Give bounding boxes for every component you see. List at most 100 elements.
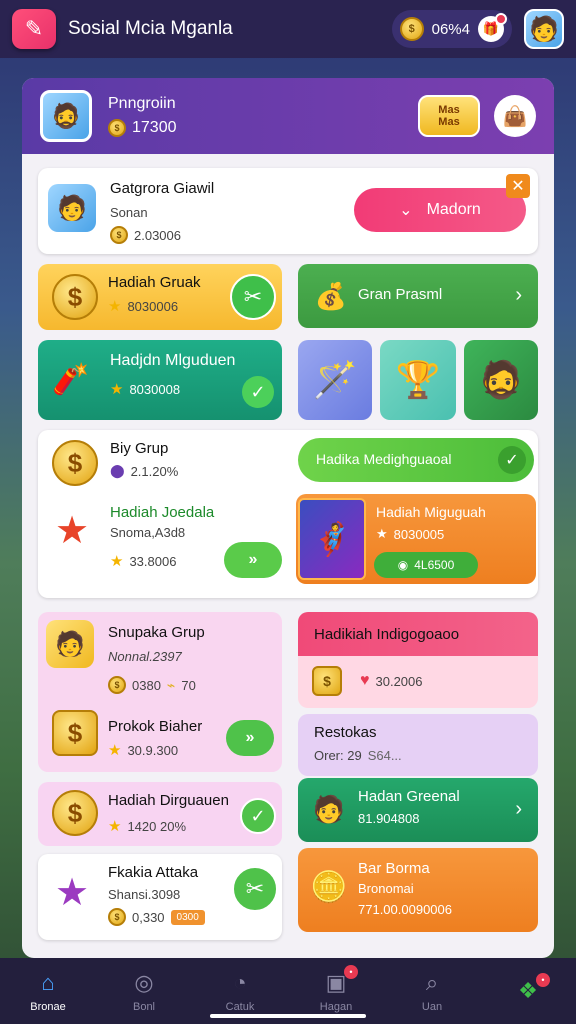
chat-icon: ◔ <box>233 970 247 995</box>
character-icon: 🧑 <box>312 793 346 824</box>
reward-card-teal[interactable]: 🧨 Hadjdn Mlguduen ★ 8030008 ✓ <box>38 340 282 420</box>
lavender-card[interactable]: Restokas Orer: 29 S64... <box>298 714 538 776</box>
search-icon: ⌕ <box>425 970 439 995</box>
user-avatar[interactable]: 🧑 <box>524 9 564 49</box>
forward-button[interactable]: » <box>224 542 282 578</box>
nav-label: Bronae <box>30 1001 66 1013</box>
nav-chat[interactable]: ◔ Catuk <box>200 969 280 1013</box>
home-icon: ⌂ <box>41 970 55 995</box>
chevron-right-icon: › <box>515 284 522 306</box>
featured-subtitle: Sonan <box>110 205 148 220</box>
card-title: Hadiah Gruak <box>108 274 201 291</box>
forward-button[interactable]: » <box>226 720 274 756</box>
coin-balance[interactable]: $ 06%4 🎁 <box>391 10 512 48</box>
green-card-amount: 81.904808 <box>358 811 420 826</box>
pink-header-label: Hadikiah Indigogoaoo <box>314 626 460 643</box>
star-icon: ★ <box>110 553 124 570</box>
trophy-coin-icon: $ <box>52 790 98 836</box>
card-tag: 0300 <box>170 909 205 925</box>
claim-button[interactable]: ✂ <box>230 274 276 320</box>
amount-2: 70 <box>181 677 196 693</box>
item-title: Prokok Biaher <box>108 718 203 735</box>
notification-dot: • <box>536 973 550 987</box>
group-amount: 2.1.20% <box>130 463 179 479</box>
featured-card[interactable]: 🧑 Gatgrora Giawil Sonan $2.03006 ⌄ Madorn… <box>38 168 538 254</box>
item-tile-1[interactable]: 🪄 <box>298 340 372 420</box>
coin-stack-icon: $ <box>52 710 98 756</box>
home-indicator <box>210 1014 366 1018</box>
reward-card-attaka[interactable]: ★ Fkakia Attaka Shansi.3098 $ 0,330 0300… <box>38 854 282 940</box>
reward-card-pink[interactable]: $ Hadiah Dirguauen ★ 1420 20% ✓ <box>38 782 282 846</box>
lavender-title: Restokas <box>314 724 377 741</box>
magic-wand-icon: 🪄 <box>312 359 358 400</box>
coin-icon: $ <box>399 17 424 41</box>
pink-header-amount: 30.2006 <box>375 673 423 689</box>
nav-label: Uan <box>421 1001 443 1013</box>
star-icon: ★ <box>110 381 124 398</box>
check-button[interactable]: ✓ <box>242 376 274 408</box>
nav-label: Catuk <box>225 1001 255 1013</box>
coin-icon: $ <box>108 676 126 694</box>
potion-icon: 🧨 <box>52 362 90 396</box>
lavender-line: Orer: 29 <box>314 748 362 763</box>
card-subtitle: Shansi.3098 <box>108 887 181 902</box>
game-thumbnail: 🦸 <box>298 498 366 580</box>
group-title: Biy Grup <box>110 440 169 457</box>
coin-icon: $ <box>108 119 126 137</box>
gem-icon: ⬤ <box>110 463 125 478</box>
orange-card-amount: 771.00.0090006 <box>358 902 452 917</box>
coins-icon: $ <box>52 274 98 320</box>
nav-home[interactable]: ⌂ Bronae <box>8 969 88 1013</box>
nav-rewards[interactable]: ❖ • <box>488 973 568 1005</box>
pink-group-subtitle: Nonnal.2397 <box>108 649 182 664</box>
item-tile-2[interactable]: 🏆 <box>380 340 456 420</box>
app-title: Sosial Mcia Mganla <box>68 18 233 39</box>
chevron-down-icon: ⌄ <box>399 202 413 219</box>
promo-card-green[interactable]: 💰 Gran Prasml › <box>298 264 538 328</box>
game-card-orange[interactable]: 🦸 Hadiah Miguguah ★ 8030005 ◉ 4L6500 <box>296 494 536 584</box>
green-card-2[interactable]: 🧑 Hadan Greenal 81.904808 › <box>298 778 538 842</box>
coin-icon: $ <box>108 908 126 926</box>
card-amount: 8030008 <box>129 381 181 397</box>
game-amount: 8030005 <box>393 526 445 542</box>
reward-badge-button[interactable]: Mas Mas <box>418 95 480 137</box>
star-icon: ★ <box>108 818 122 835</box>
green-pill-button[interactable]: Hadika Medighguaoal ✓ <box>298 438 534 482</box>
check-button[interactable]: ✓ <box>240 798 276 834</box>
green-card-title: Hadan Greenal <box>358 788 460 805</box>
gift-icon[interactable]: 🎁 <box>478 13 507 42</box>
orange-card-subtitle: Bronomai <box>358 881 414 896</box>
nav-gallery[interactable]: ▣ • Hagan <box>296 965 376 1013</box>
featured-avatar: 🧑 <box>48 184 96 232</box>
lavender-extra: S64... <box>367 748 402 763</box>
orange-card-title: Bar Borma <box>358 860 430 877</box>
card-title: Hadjdn Mlguduen <box>110 352 236 369</box>
pink-group-card: 🧑 Snupaka Grup Nonnal.2397 $ 0380 ⌁ 70 $… <box>38 612 282 772</box>
nav-search[interactable]: ⌕ Uan <box>392 969 472 1013</box>
app-logo[interactable]: ✎ <box>12 9 56 49</box>
card-amount: 8030006 <box>127 298 179 314</box>
dollar-icon: $ <box>312 666 342 696</box>
character-icon: 🧔 <box>478 359 524 400</box>
pink-group-title: Snupaka Grup <box>108 624 205 641</box>
profile-avatar[interactable]: 🧔 <box>40 90 92 142</box>
card-title: Hadiah Dirguauen <box>108 792 229 809</box>
coin-bag-icon: 💰 <box>314 280 348 311</box>
game-play-button[interactable]: ◉ 4L6500 <box>374 552 478 578</box>
pink-header-card[interactable]: Hadikiah Indigogoaoo $ ♥ 30.2006 <box>298 612 538 708</box>
purple-star-icon: ★ <box>54 871 90 914</box>
nav-label: Bonl <box>132 1001 156 1013</box>
card-amount: 0,330 <box>132 909 165 925</box>
item-tile-3[interactable]: 🧔 <box>464 340 538 420</box>
reward-card-yellow[interactable]: $ Hadiah Gruak ★ 8030006 ✂ <box>38 264 282 330</box>
coin-icon: $ <box>110 226 128 244</box>
close-button[interactable]: ✕ <box>506 174 530 198</box>
chevron-right-icon: › <box>515 798 522 820</box>
featured-action-button[interactable]: ⌄ Madorn <box>354 188 526 232</box>
top-bar: ✎ Sosial Mcia Mganla $ 06%4 🎁 🧑 <box>0 0 576 58</box>
nav-profile[interactable]: ◎ Bonl <box>104 969 184 1013</box>
sub-title: Hadiah Joedala <box>110 504 215 521</box>
orange-card[interactable]: 🪙 Bar Borma Bronomai 771.00.0090006 <box>298 848 538 932</box>
claim-button[interactable]: ✂ <box>232 866 278 912</box>
shop-bag-button[interactable]: 👜 <box>494 95 536 137</box>
